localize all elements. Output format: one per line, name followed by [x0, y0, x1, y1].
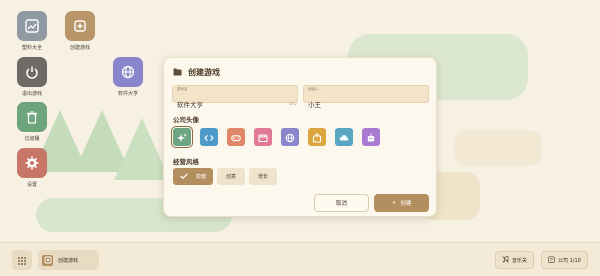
desktop-icon-label: 退出游戏	[21, 91, 42, 97]
desktop-icon-label: 塑料大全	[21, 45, 42, 51]
gamepad-icon	[231, 128, 241, 147]
create-label: 创建	[400, 201, 412, 207]
check-icon	[180, 172, 188, 181]
avatar-option-code[interactable]	[200, 128, 218, 146]
taskbar-task-create-game[interactable]: 创建游戏	[38, 250, 99, 270]
avatar-option-bag[interactable]	[308, 128, 326, 146]
style-option-label: 增长	[258, 174, 269, 180]
bag-icon	[312, 128, 322, 147]
business-style-selector: 稳健 创意 增长	[173, 168, 278, 185]
desktop-icon-trash[interactable]: 垃圾桶	[8, 102, 56, 142]
avatar-option-cloud[interactable]	[335, 128, 353, 146]
create-game-dialog: 创建游戏 游戏名 软件大亨 4/12 创始人 小王 公司头像 经营风格 稳健 创…	[163, 57, 437, 217]
desktop-icon-create-game[interactable]: 创建游戏	[56, 11, 104, 51]
game-name-value: 软件大亨	[177, 101, 203, 109]
founder-label: 创始人	[308, 87, 319, 91]
folder-icon	[173, 68, 182, 78]
desktop-icon-label: 创建游戏	[69, 45, 90, 51]
game-name-label: 游戏名	[177, 87, 188, 91]
globe-icon	[113, 57, 143, 87]
power-icon	[17, 57, 47, 87]
game-name-char-count: 4/12	[289, 102, 297, 106]
avatar-option-robot[interactable]	[362, 128, 380, 146]
music-off-icon	[502, 255, 509, 265]
style-option-steady[interactable]: 稳健	[173, 168, 214, 185]
style-option-label: 稳健	[196, 174, 207, 180]
sparkle-icon	[177, 128, 187, 147]
style-option-creative[interactable]: 创意	[217, 168, 246, 185]
trash-icon	[17, 102, 47, 132]
film-icon	[258, 128, 268, 147]
style-option-label: 创意	[226, 174, 237, 180]
desktop-icon-software-tycoon[interactable]: 软件大亨	[104, 57, 152, 97]
desktop-icon-settings[interactable]: 设置	[8, 148, 56, 188]
background-shape	[454, 130, 542, 166]
gear-icon	[17, 148, 47, 178]
avatar-section-label: 公司头像	[173, 116, 199, 124]
dialog-header: 创建游戏	[173, 67, 220, 78]
avatar-option-globe[interactable]	[281, 128, 299, 146]
image-frame-icon	[17, 11, 47, 41]
company-count-label: 公司 1/10	[558, 257, 581, 264]
music-label: 音乐关	[512, 257, 528, 264]
game-name-field[interactable]: 游戏名 软件大亨	[172, 85, 298, 109]
taskbar: 创建游戏 音乐关 公司 1/10	[0, 242, 600, 276]
robot-icon	[366, 128, 376, 147]
avatar-option-sparkle[interactable]	[171, 126, 193, 148]
grid-icon	[17, 251, 27, 270]
code-icon	[204, 128, 214, 147]
avatar-option-gamepad[interactable]	[227, 128, 245, 146]
cloud-icon	[339, 128, 349, 147]
building-icon	[548, 255, 555, 265]
plus-square-icon	[65, 11, 95, 41]
globe-icon	[285, 128, 295, 147]
plus-square-icon	[42, 254, 53, 266]
style-section-label: 经营风格	[173, 158, 199, 166]
desktop-icon-plastics[interactable]: 塑料大全	[8, 11, 56, 51]
background-mountain	[114, 118, 170, 180]
desktop-icon-exit-game[interactable]: 退出游戏	[8, 57, 56, 97]
desktop-icon-label: 垃圾桶	[24, 136, 40, 142]
create-button[interactable]: + 创建	[374, 194, 429, 212]
founder-field[interactable]: 创始人 小王	[303, 85, 429, 109]
company-counter[interactable]: 公司 1/10	[541, 251, 588, 269]
dialog-title: 创建游戏	[188, 68, 220, 77]
start-menu-button[interactable]	[12, 250, 32, 270]
music-toggle[interactable]: 音乐关	[495, 251, 535, 269]
desktop-icon-label: 软件大亨	[117, 91, 138, 97]
style-option-growth[interactable]: 增长	[249, 168, 278, 185]
cancel-button[interactable]: 取消	[314, 194, 369, 212]
taskbar-task-label: 创建游戏	[58, 257, 79, 264]
plus-icon: +	[391, 200, 397, 206]
avatar-picker	[171, 126, 380, 148]
avatar-option-film[interactable]	[254, 128, 272, 146]
founder-value: 小王	[308, 101, 321, 109]
cancel-label: 取消	[335, 201, 347, 207]
desktop-icon-label: 设置	[26, 182, 37, 188]
